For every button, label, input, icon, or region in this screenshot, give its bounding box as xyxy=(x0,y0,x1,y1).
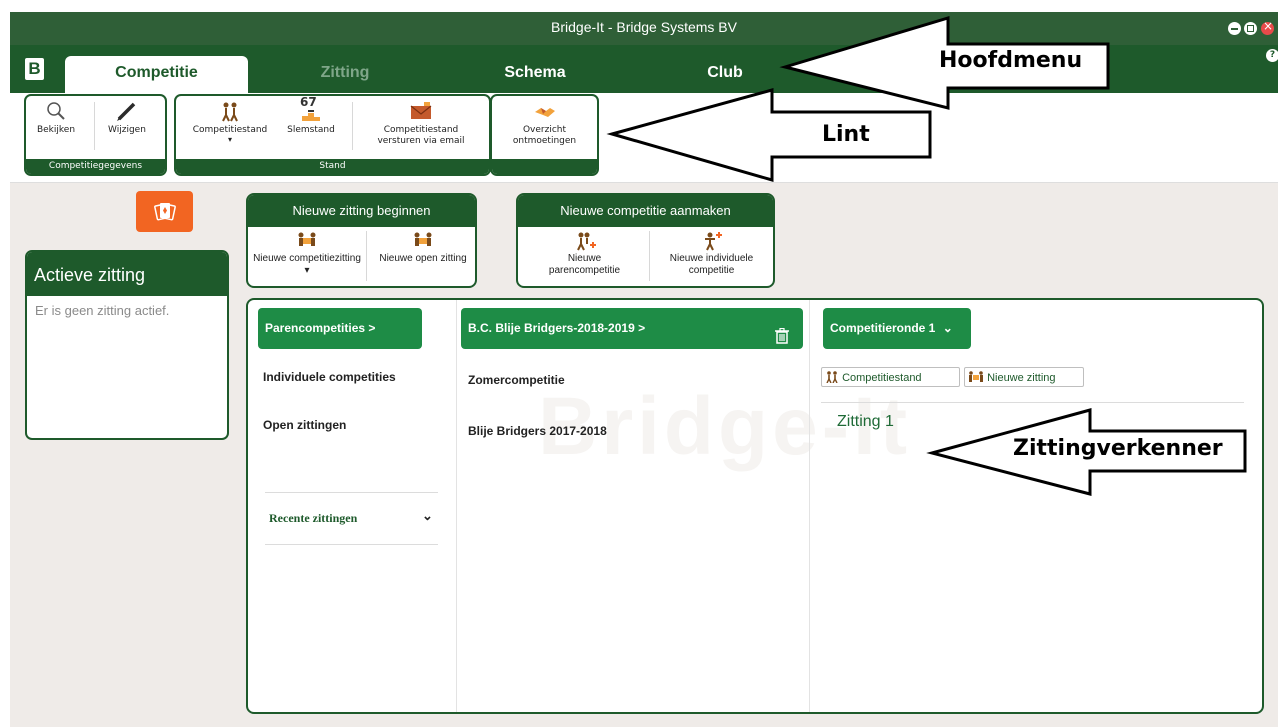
ribbon: Bekijken Wijzigen Competitiegegevens Com… xyxy=(10,93,1278,183)
slemstand-button[interactable]: 67 Slemstand xyxy=(282,95,340,136)
main-menu: B Competitie Zitting Schema Club ? xyxy=(10,45,1278,93)
nieuwe-open-zitting-label: Nieuwe open zitting xyxy=(379,253,467,264)
nieuwe-competitie-title: Nieuwe competitie aanmaken xyxy=(518,195,773,227)
competitiestand-button[interactable]: Competitiestand ▾ xyxy=(180,100,280,144)
table-players-icon xyxy=(412,231,434,251)
slem-number: 67 xyxy=(300,95,317,109)
competitiestand-small-button[interactable]: Competitiestand xyxy=(821,367,960,387)
bekijken-button[interactable]: Bekijken xyxy=(30,100,82,136)
zitting-item[interactable]: Zitting 1 xyxy=(837,413,894,431)
competitieronde-dropdown[interactable]: Competitieronde 1 ⌄ xyxy=(823,308,971,349)
cards-button[interactable] xyxy=(136,191,193,232)
magnifier-icon xyxy=(44,100,68,122)
open-zittingen-item[interactable]: Open zittingen xyxy=(263,418,346,432)
nieuwe-parencompetitie-button[interactable]: Nieuwe parencompetitie xyxy=(532,231,637,277)
hoofdmenu-callout: Hoofdmenu xyxy=(939,48,1083,73)
nieuwe-competitie-box: Nieuwe competitie aanmaken Nieuwe parenc… xyxy=(516,193,775,288)
minimize-button[interactable] xyxy=(1228,22,1241,35)
ribbon-group-stand: Competitiestand ▾ 67 Slemstand Competiti… xyxy=(174,94,491,176)
nieuwe-zitting-box: Nieuwe zitting beginnen Nieuwe competiti… xyxy=(246,193,477,288)
wijzigen-label: Wijzigen xyxy=(108,125,146,135)
ribbon-group-ontmoetingen: Overzicht ontmoetingen xyxy=(490,94,599,176)
podium-icon: 67 xyxy=(299,95,323,122)
wijzigen-button[interactable]: Wijzigen xyxy=(98,100,156,136)
actieve-zitting-title: Actieve zitting xyxy=(27,252,227,296)
nieuwe-competitiezitting-label: Nieuwe competitiezitting xyxy=(253,253,361,264)
help-icon[interactable]: ? xyxy=(1266,49,1278,62)
app-window: Bridge-It - Bridge Systems BV B Competit… xyxy=(10,12,1278,727)
chevron-down-icon: ⌄ xyxy=(942,321,953,335)
table-players-icon xyxy=(296,231,318,251)
group-footer: Competitiegegevens xyxy=(26,159,165,174)
column-divider xyxy=(809,300,810,712)
slemstand-label: Slemstand xyxy=(287,125,335,135)
nieuwe-zitting-small-label: Nieuwe zitting xyxy=(987,372,1056,384)
tab-competitie[interactable]: Competitie xyxy=(65,56,248,93)
nieuwe-zitting-small-button[interactable]: Nieuwe zitting xyxy=(964,367,1084,387)
group-footer xyxy=(492,159,597,174)
ribbon-group-competitiegegevens: Bekijken Wijzigen Competitiegegevens xyxy=(24,94,167,176)
send-email-label: Competitiestand versturen via email xyxy=(377,125,465,146)
table-players-icon xyxy=(969,371,983,382)
tab-club[interactable]: Club xyxy=(655,56,795,93)
blije-bridgers-2017-item[interactable]: Blije Bridgers 2017-2018 xyxy=(468,424,607,438)
tab-zitting[interactable]: Zitting xyxy=(275,56,415,93)
divider xyxy=(649,231,650,281)
competitie-label: B.C. Blije Bridgers-2018-2019 > xyxy=(468,321,646,335)
competitie-item-selected[interactable]: B.C. Blije Bridgers-2018-2019 > xyxy=(461,308,803,349)
nieuwe-open-zitting-button[interactable]: Nieuwe open zitting xyxy=(373,231,473,265)
close-button[interactable] xyxy=(1261,19,1274,35)
trash-icon[interactable] xyxy=(775,320,789,361)
chevron-down-icon[interactable]: ⌄ xyxy=(422,508,433,524)
cards-icon xyxy=(154,200,176,226)
divider xyxy=(366,231,367,281)
divider xyxy=(265,544,438,545)
title-bar: Bridge-It - Bridge Systems BV xyxy=(10,12,1278,45)
maximize-button[interactable] xyxy=(1244,22,1257,35)
overzicht-ontmoetingen-button[interactable]: Overzicht ontmoetingen xyxy=(498,100,591,147)
lint-callout: Lint xyxy=(822,122,870,147)
person-plus-icon xyxy=(701,231,723,251)
tab-schema[interactable]: Schema xyxy=(465,56,605,93)
nieuwe-parencompetitie-label: Nieuwe parencompetitie xyxy=(548,253,621,276)
dropdown-caret-icon: ▾ xyxy=(304,265,310,276)
competitieronde-label: Competitieronde 1 xyxy=(830,321,936,335)
send-email-button[interactable]: Competitiestand versturen via email xyxy=(362,100,480,147)
divider xyxy=(94,102,95,150)
nieuwe-individuele-competitie-label: Nieuwe individuele competitie xyxy=(669,253,754,276)
zomercompetitie-item[interactable]: Zomercompetitie xyxy=(468,373,565,387)
handshake-icon xyxy=(533,100,557,122)
zittingverkenner-callout: Zittingverkenner xyxy=(1013,436,1223,461)
individuele-competities-item[interactable]: Individuele competities xyxy=(263,370,396,384)
parencompetities-item[interactable]: Parencompetities > xyxy=(258,308,422,349)
zittingverkenner: Bridge-It Parencompetities > Individuele… xyxy=(246,298,1264,714)
nieuwe-competitiezitting-button[interactable]: Nieuwe competitiezitting ▾ xyxy=(252,231,362,277)
window-title: Bridge-It - Bridge Systems BV xyxy=(551,19,737,35)
pair-plus-icon xyxy=(574,231,596,251)
pencil-icon xyxy=(115,100,139,122)
group-footer: Stand xyxy=(176,159,489,174)
overzicht-label: Overzicht ontmoetingen xyxy=(512,125,577,146)
column-divider xyxy=(456,300,457,712)
actieve-zitting-panel: Actieve zitting Er is geen zitting actie… xyxy=(25,250,229,440)
players-icon xyxy=(218,100,242,122)
divider xyxy=(352,102,353,150)
nieuwe-zitting-title: Nieuwe zitting beginnen xyxy=(248,195,475,227)
app-logo: B xyxy=(25,58,44,80)
divider xyxy=(265,492,438,493)
recente-zittingen-toggle[interactable]: Recente zittingen xyxy=(269,511,357,526)
players-icon xyxy=(826,371,838,384)
nieuwe-individuele-competitie-button[interactable]: Nieuwe individuele competitie xyxy=(654,231,769,277)
dropdown-caret-icon: ▾ xyxy=(227,135,232,144)
envelope-icon xyxy=(409,100,433,122)
bekijken-label: Bekijken xyxy=(36,125,76,135)
competitiestand-label: Competitiestand xyxy=(192,125,268,135)
divider xyxy=(821,402,1244,403)
actieve-zitting-empty: Er is geen zitting actief. xyxy=(35,303,170,318)
competitiestand-small-label: Competitiestand xyxy=(842,372,922,384)
